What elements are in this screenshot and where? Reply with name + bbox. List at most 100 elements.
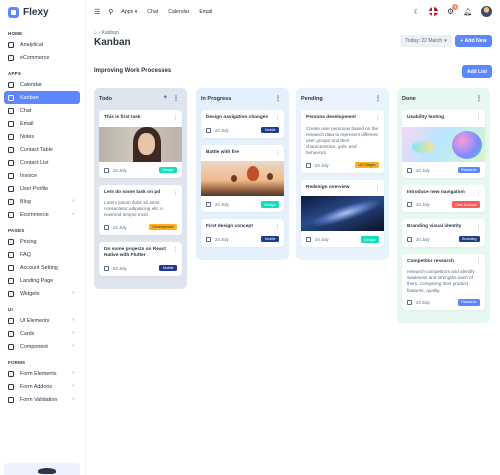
sidebar-item[interactable]: Form Addons › [4, 380, 80, 393]
more-vertical-icon[interactable]: ⋮ [375, 115, 380, 121]
task-card[interactable]: Do some projects on React Native with Fl… [99, 241, 182, 276]
language-flag-icon[interactable] [428, 7, 438, 16]
add-new-button[interactable]: + Add New [455, 35, 492, 47]
sidebar-item[interactable]: Account Setting [4, 261, 80, 274]
sidebar-item[interactable]: Component › [4, 340, 80, 353]
brand-logo[interactable]: Flexy [0, 0, 85, 24]
chevron-right-icon: › [72, 290, 74, 296]
apps-dropdown[interactable]: Apps ▾ [121, 9, 137, 15]
sidebar-item[interactable]: Contact Table [4, 143, 80, 156]
task-card[interactable]: Competitor research ⋮ research competitors… [402, 253, 485, 310]
sidebar-item[interactable]: Pricing [4, 235, 80, 248]
apps-label: Apps [121, 9, 134, 15]
cart-icon[interactable]: ⚙ 3 [447, 4, 459, 16]
search-icon[interactable]: ⚲ [108, 8, 113, 16]
sidebar-item[interactable]: UI Elements › [4, 314, 80, 327]
moon-icon[interactable]: ☾ [414, 8, 420, 16]
nav-section-title: APPS [8, 71, 22, 76]
task-title: Usability testing [407, 115, 445, 120]
sidebar-item-label: Cards [20, 330, 35, 337]
task-card[interactable]: Introduce new navigation ⋮ 24 July Data Sci… [402, 184, 485, 212]
task-card[interactable]: Battle with fire ⋮ 24 July Design [201, 144, 284, 212]
sidebar-item[interactable]: Invoice [4, 169, 80, 182]
more-vertical-icon[interactable]: ⋮ [476, 190, 481, 196]
more-vertical-icon[interactable]: ⋮ [275, 115, 280, 121]
more-vertical-icon[interactable]: ⋮ [476, 95, 482, 102]
more-vertical-icon[interactable]: ⋮ [476, 115, 481, 121]
task-card[interactable]: This is first task ⋮ 24 July Design [99, 110, 182, 178]
bell-icon[interactable]: 🔔︎ [463, 8, 472, 16]
task-card[interactable]: Design navigation changes ⋮ 24 July Mobile [201, 110, 284, 138]
task-card[interactable]: Lets do some task on pd ⋮ Lorem ipsum dolo… [99, 184, 182, 235]
menu-icon[interactable]: ☰ [94, 8, 100, 16]
task-card[interactable]: First design concept ⋮ 24 July Mobile [201, 219, 284, 247]
add-list-button[interactable]: Add List [462, 65, 492, 78]
more-vertical-icon[interactable]: ⋮ [375, 95, 381, 102]
sidebar-item[interactable]: Cards › [4, 327, 80, 340]
chevron-right-icon: › [72, 330, 74, 336]
topbar-link-chat[interactable]: Chat [147, 9, 158, 15]
task-footer: 24 July Design [306, 236, 379, 243]
sidebar-item[interactable]: eCommerce [4, 51, 80, 64]
task-card[interactable]: Persona development ⋮ Create user personas… [301, 110, 384, 173]
add-task-icon[interactable]: + [163, 95, 167, 102]
layout-icon [8, 290, 14, 297]
sidebar-item[interactable]: Form Elements › [4, 367, 80, 380]
sidebar-item[interactable]: FAQ [4, 248, 80, 261]
sidebar-item[interactable]: Calendar [4, 78, 80, 91]
calendar-icon [104, 224, 109, 230]
sidebar-item-label: Analytical [20, 41, 44, 48]
task-date-label: 24 July [416, 202, 430, 207]
task-card[interactable]: Redesign overview ⋮ 24 July Design [301, 179, 384, 248]
date-filter-button[interactable]: Today: 22 March ▾ [400, 35, 452, 47]
sidebar-item[interactable]: Contact List [4, 156, 80, 169]
shopping-cart-icon [8, 54, 14, 61]
user-circle-icon [8, 185, 14, 192]
calendar-icon [8, 81, 14, 88]
task-card[interactable]: Usability testing ⋮ 24 July Research [402, 110, 485, 178]
avatar[interactable] [481, 6, 492, 17]
task-title: Competitor research [407, 258, 454, 264]
sidebar-item-label: Landing Page [20, 277, 54, 284]
sidebar-item[interactable]: Form Validation › [4, 393, 80, 406]
task-description: Lorem ipsum dolor sit amet, consectetur … [104, 200, 163, 218]
sidebar-item[interactable]: Widgets › [4, 287, 80, 300]
sidebar-item[interactable]: Blog › [4, 195, 80, 208]
column-title: In Progress [201, 96, 232, 102]
task-card[interactable]: Branding visual identity ⋮ 24 July Branding [402, 219, 485, 247]
topbar-link-email[interactable]: Email [199, 9, 212, 15]
more-vertical-icon[interactable]: ⋮ [275, 95, 281, 102]
sidebar-item[interactable]: Analytical [4, 38, 80, 51]
task-footer: 24 July Mobile [206, 235, 279, 243]
image-detail [138, 132, 155, 155]
topbar-link-calendar[interactable]: Calendar [168, 9, 189, 15]
more-vertical-icon[interactable]: ⋮ [476, 224, 481, 230]
task-date: 24 July [407, 236, 430, 242]
task-tag: Development [148, 223, 177, 231]
sidebar-item[interactable]: Ecommerce › [4, 208, 80, 221]
home-icon[interactable]: ⌂ [94, 30, 97, 36]
nav-section-title: UI [8, 307, 13, 312]
more-vertical-icon[interactable]: ⋮ [275, 224, 280, 230]
sidebar-item[interactable]: Landing Page [4, 274, 80, 287]
task-date: 24 July [206, 236, 229, 242]
more-vertical-icon[interactable]: ⋮ [173, 95, 179, 102]
sidebar-item[interactable]: Email [4, 117, 80, 130]
sidebar-item[interactable]: User Profile [4, 182, 80, 195]
more-vertical-icon[interactable]: ⋮ [173, 115, 178, 121]
sidebar-item[interactable]: Chat [4, 104, 80, 117]
more-vertical-icon[interactable]: ⋮ [476, 259, 481, 265]
task-title: Design navigation changes [206, 115, 269, 120]
task-date: 24 July [306, 237, 329, 243]
sidebar-item[interactable]: Kanban [4, 91, 80, 104]
more-vertical-icon[interactable]: ⋮ [173, 247, 178, 253]
more-vertical-icon[interactable]: ⋮ [375, 185, 380, 191]
task-date: 24 July [104, 265, 127, 271]
more-vertical-icon[interactable]: ⋮ [275, 150, 280, 156]
task-image [301, 196, 384, 232]
sidebar-item[interactable]: Notes [4, 130, 80, 143]
sidebar-item-label: Email [20, 120, 34, 127]
promo-illustration [38, 468, 56, 474]
more-vertical-icon[interactable]: ⋮ [173, 190, 178, 196]
task-date: 24 July [104, 167, 127, 173]
